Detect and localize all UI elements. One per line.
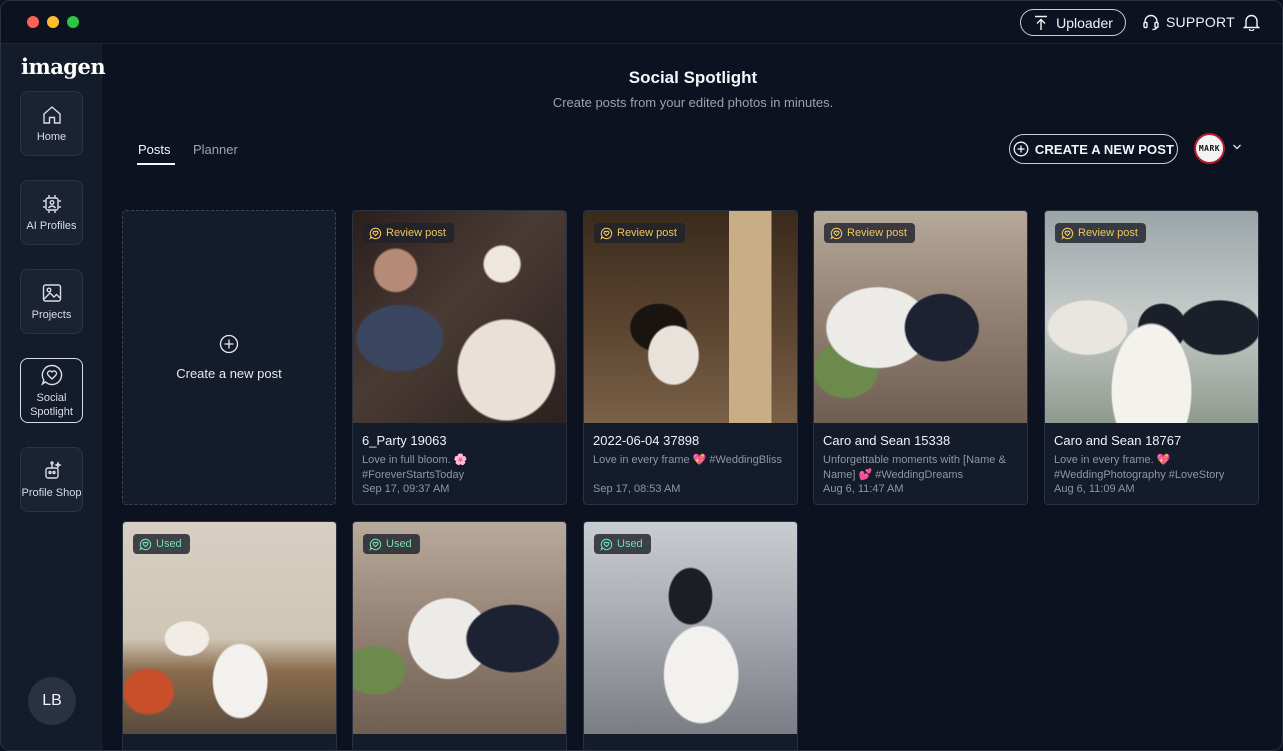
post-title: Caro and Sean 15338 bbox=[823, 433, 951, 448]
tab-posts[interactable]: Posts bbox=[138, 142, 171, 157]
post-card[interactable]: Used bbox=[122, 521, 337, 750]
heart-chat-icon bbox=[600, 227, 613, 240]
support-link[interactable]: SUPPORT bbox=[1142, 13, 1235, 31]
plus-circle-icon bbox=[219, 334, 239, 354]
post-card[interactable]: Used bbox=[583, 521, 798, 750]
post-card[interactable]: Used bbox=[352, 521, 567, 750]
sidebar-item-social-spotlight[interactable]: Social Spotlight bbox=[20, 358, 83, 423]
upload-icon bbox=[1035, 15, 1048, 30]
status-badge: Review post bbox=[594, 223, 685, 243]
title-bar: Uploader SUPPORT bbox=[1, 1, 1282, 44]
plus-circle-icon bbox=[1013, 141, 1029, 157]
status-badge-label: Review post bbox=[1078, 227, 1138, 239]
uploader-button[interactable]: Uploader bbox=[1020, 9, 1126, 36]
sidebar-item-label: Profile Shop bbox=[21, 486, 82, 499]
status-badge-label: Review post bbox=[617, 227, 677, 239]
brand-avatar-text: MARK bbox=[1198, 144, 1221, 153]
post-caption: Love in full bloom. 🌸 #ForeverStartsToda… bbox=[362, 454, 468, 481]
post-card[interactable]: Review post Caro and Sean 18767 Love in … bbox=[1044, 210, 1259, 505]
heart-chat-icon bbox=[830, 227, 843, 240]
support-label: SUPPORT bbox=[1166, 14, 1235, 30]
minimize-window-button[interactable] bbox=[47, 16, 59, 28]
headset-icon bbox=[1143, 14, 1159, 31]
tab-planner[interactable]: Planner bbox=[193, 142, 238, 157]
heart-chat-icon bbox=[369, 227, 382, 240]
bell-icon[interactable] bbox=[1243, 13, 1260, 31]
status-badge-label: Used bbox=[617, 538, 643, 550]
shop-icon bbox=[44, 460, 62, 479]
post-date: Aug 6, 11:47 AM bbox=[823, 483, 904, 495]
status-badge-label: Review post bbox=[386, 227, 446, 239]
sidebar: imagen Home AI Profiles Projects Social … bbox=[1, 44, 106, 750]
post-caption: Unforgettable moments with [Name & Name]… bbox=[823, 454, 1006, 481]
sidebar-item-label: Social Spotlight bbox=[30, 391, 73, 418]
image-icon bbox=[42, 283, 61, 302]
heart-chat-icon bbox=[1061, 227, 1074, 240]
post-date: Sep 17, 09:37 AM bbox=[362, 483, 450, 495]
post-title: Caro and Sean 18767 bbox=[1054, 433, 1182, 448]
sidebar-item-profile-shop[interactable]: Profile Shop bbox=[20, 447, 83, 512]
post-card[interactable]: Review post 2022-06-04 37898 Love in eve… bbox=[583, 210, 798, 505]
post-card[interactable]: Review post Caro and Sean 15338 Unforget… bbox=[813, 210, 1028, 505]
heart-chat-icon bbox=[369, 538, 382, 551]
create-new-post-button[interactable]: CREATE A NEW POST bbox=[1009, 134, 1178, 164]
imagen-logo[interactable]: imagen bbox=[21, 54, 106, 79]
post-card[interactable]: Review post 6_Party 19063 Love in full b… bbox=[352, 210, 567, 505]
sidebar-item-label: Projects bbox=[31, 308, 72, 321]
status-badge-label: Used bbox=[156, 538, 182, 550]
brand-profile-avatar[interactable]: MARK bbox=[1194, 133, 1225, 164]
chevron-down-icon[interactable] bbox=[1232, 143, 1242, 151]
status-badge: Used bbox=[133, 534, 190, 554]
heart-chat-icon bbox=[600, 538, 613, 551]
post-title: 6_Party 19063 bbox=[362, 433, 447, 448]
page-title: Social Spotlight bbox=[628, 68, 758, 87]
home-icon bbox=[42, 105, 61, 124]
status-badge: Review post bbox=[363, 223, 454, 243]
status-badge: Used bbox=[363, 534, 420, 554]
page-subtitle: Create posts from your edited photos in … bbox=[552, 95, 834, 110]
post-caption: Love in every frame. 💖 #WeddingPhotograp… bbox=[1054, 454, 1225, 481]
active-tab-indicator bbox=[137, 163, 175, 165]
sidebar-item-ai-profiles[interactable]: AI Profiles bbox=[20, 180, 83, 245]
sidebar-item-home[interactable]: Home bbox=[20, 91, 83, 156]
close-window-button[interactable] bbox=[27, 16, 39, 28]
uploader-label: Uploader bbox=[1056, 14, 1113, 31]
status-badge: Review post bbox=[1055, 223, 1146, 243]
status-badge: Review post bbox=[824, 223, 915, 243]
sidebar-item-label: AI Profiles bbox=[26, 219, 77, 232]
user-avatar[interactable]: LB bbox=[28, 677, 76, 725]
ai-chip-icon bbox=[42, 194, 61, 213]
create-new-post-card[interactable]: Create a new post bbox=[122, 210, 336, 505]
create-new-post-card-label: Create a new post bbox=[176, 366, 282, 381]
heart-chat-icon bbox=[40, 364, 62, 386]
sidebar-item-projects[interactable]: Projects bbox=[20, 269, 83, 334]
post-date: Aug 6, 11:09 AM bbox=[1054, 483, 1135, 495]
post-date: Sep 17, 08:53 AM bbox=[593, 483, 681, 495]
heart-chat-icon bbox=[139, 538, 152, 551]
create-new-post-label: CREATE A NEW POST bbox=[1034, 141, 1175, 157]
status-badge-label: Review post bbox=[847, 227, 907, 239]
post-caption: Love in every frame 💖 #WeddingBliss bbox=[593, 454, 782, 466]
app-window: Uploader SUPPORT imagen Home AI Profiles… bbox=[0, 0, 1283, 751]
status-badge-label: Used bbox=[386, 538, 412, 550]
main-content: Social Spotlight Create posts from your … bbox=[102, 44, 1282, 750]
zoom-window-button[interactable] bbox=[67, 16, 79, 28]
post-title: 2022-06-04 37898 bbox=[593, 433, 700, 448]
status-badge: Used bbox=[594, 534, 651, 554]
sidebar-item-label: Home bbox=[36, 130, 67, 143]
